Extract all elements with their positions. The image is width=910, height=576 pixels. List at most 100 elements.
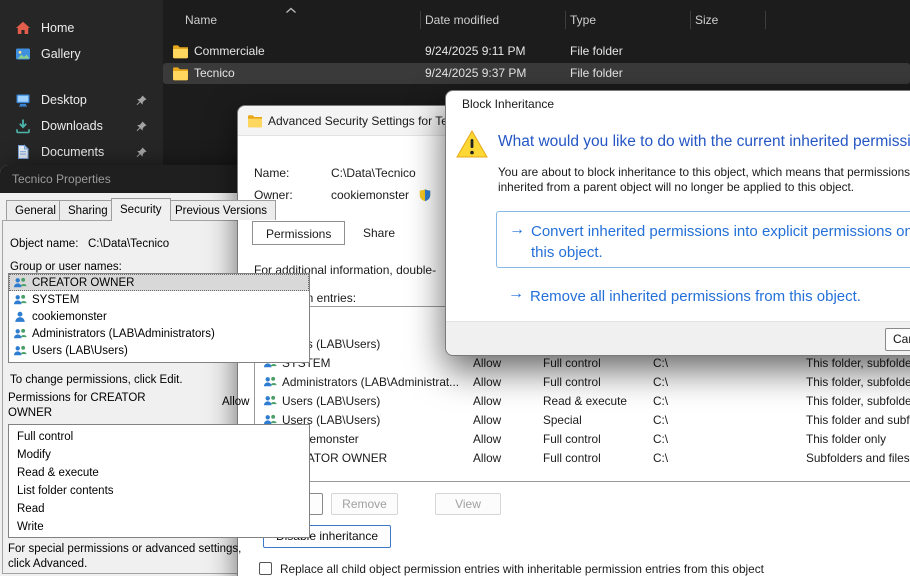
column-divider[interactable] [690,11,691,29]
entry-applies-to: This folder, subfolde... [806,375,910,389]
permission-entry-row[interactable]: Users (LAB\Users) Allow Special C:\ This… [256,411,910,430]
name-label: Name: [254,166,289,180]
column-header-type[interactable]: Type [570,13,596,27]
sidebar-item-label: Desktop [41,93,87,107]
folder-icon [247,113,263,129]
permission-item[interactable]: Read & execute [9,464,309,482]
entry-type: Allow [473,432,501,446]
view-button[interactable]: View [435,493,501,515]
principal-item[interactable]: CREATOR OWNER [9,274,309,291]
owner-value: cookiemonster [331,188,409,202]
tab-permissions[interactable]: Permissions [252,221,345,245]
file-row-commerciale[interactable]: Commerciale 9/24/2025 9:11 PM File folde… [163,41,910,62]
advanced-dialog-title: Advanced Security Settings for Te [268,114,448,128]
edit-hint: To change permissions, click Edit. [10,374,183,386]
principal-item[interactable]: SYSTEM [9,291,309,308]
permission-entry-row[interactable]: Administrators (LAB\Administrat... Allow… [256,373,910,392]
sort-ascending-icon [285,7,297,14]
folder-icon [172,43,189,60]
group-icon [13,344,27,358]
convert-permissions-command-link[interactable]: → Convert inherited permissions into exp… [496,211,910,268]
object-name-label: Object name: [10,238,78,250]
folder-icon [172,65,189,82]
cancel-button[interactable]: Cancel [885,328,910,351]
entry-inherited-from: C:\ [653,451,668,465]
block-dialog-footer: Cancel [446,321,910,355]
file-name: Tecnico [194,66,235,80]
sidebar-item-label: Downloads [41,119,103,133]
entry-type: Allow [473,356,501,370]
desktop-icon [15,92,31,108]
permission-item[interactable]: List folder contents [9,482,309,500]
convert-permissions-label-line1: Convert inherited permissions into expli… [531,221,910,242]
tab-previous-versions[interactable]: Previous Versions [166,200,276,220]
sidebar-item-downloads[interactable]: Downloads [6,114,157,138]
home-icon [15,20,31,36]
group-icon [263,375,277,389]
pin-icon [135,146,148,159]
sidebar-item-desktop[interactable]: Desktop [6,88,157,112]
principal-item[interactable]: cookiemonster [9,308,309,325]
permission-entry-row[interactable]: CREATOR OWNER Allow Full control C:\ Sub… [256,449,910,468]
tab-share[interactable]: Share [350,221,408,245]
principal-item[interactable]: Administrators (LAB\Administrators) [9,325,309,342]
replace-permissions-label: Replace all child object permission entr… [280,562,764,576]
permission-entry-row[interactable]: Users (LAB\Users) Allow Read & execute C… [256,392,910,411]
desktop-screen: Home Gallery Desktop Downloads Documents [0,0,910,576]
arrow-right-icon: → [508,285,524,303]
remove-permissions-command-link[interactable]: → Remove all inherited permissions from … [496,279,910,315]
allow-column-label: Allow [222,396,249,408]
file-type: File folder [570,44,623,58]
principal-item[interactable]: Users (LAB\Users) [9,342,309,359]
permission-entry-row[interactable]: cookiemonster Allow Full control C:\ Thi… [256,430,910,449]
entry-access: Full control [543,356,601,370]
permission-item[interactable]: Read [9,500,309,518]
file-row-tecnico[interactable]: Tecnico 9/24/2025 9:37 PM File folder [163,63,910,84]
column-divider[interactable] [420,11,421,29]
entry-applies-to: Subfolders and files... [806,451,910,465]
entry-access: Full control [543,375,601,389]
column-divider[interactable] [565,11,566,29]
tab-general[interactable]: General [6,200,65,220]
group-user-listbox[interactable]: CREATOR OWNER SYSTEM cookiemonster Admin… [8,273,310,363]
warning-icon [456,129,488,159]
file-date-modified: 9/24/2025 9:11 PM [425,44,526,58]
sidebar-item-gallery[interactable]: Gallery [6,42,157,66]
permission-entry-row[interactable]: SYSTEM Allow Full control C:\ This folde… [256,354,910,373]
entry-applies-to: This folder only [806,432,886,446]
pin-icon [135,120,148,133]
permission-item[interactable]: Full control [9,428,309,446]
group-icon [13,276,27,290]
permissions-listbox[interactable]: Full control Modify Read & execute List … [8,424,310,538]
name-value: C:\Data\Tecnico [331,166,416,180]
sidebar-item-home[interactable]: Home [6,16,157,40]
file-date-modified: 9/24/2025 9:37 PM [425,66,526,80]
permission-item[interactable]: Modify [9,446,309,464]
sidebar-item-label: Documents [41,145,104,159]
tab-sharing[interactable]: Sharing [59,200,117,220]
remove-button[interactable]: Remove [331,493,398,515]
convert-permissions-label-line2: this object. [531,242,910,263]
file-type: File folder [570,66,623,80]
group-icon [13,327,27,341]
entry-inherited-from: C:\ [653,356,668,370]
properties-dialog-title: Tecnico Properties [12,172,111,186]
block-dialog-body-line1: You are about to block inheritance to th… [498,165,910,179]
column-header-size[interactable]: Size [695,13,718,27]
replace-permissions-checkbox[interactable] [259,562,272,575]
group-icon [13,293,27,307]
tab-security[interactable]: Security [111,198,171,221]
permissions-for-label: Permissions for CREATOR OWNER [8,391,168,421]
sidebar-item-documents[interactable]: Documents [6,140,157,164]
entry-inherited-from: C:\ [653,375,668,389]
column-header-name[interactable]: Name [185,13,217,27]
entry-access: Full control [543,451,601,465]
entry-inherited-from: C:\ [653,432,668,446]
column-header-date-modified[interactable]: Date modified [425,13,499,27]
column-divider[interactable] [765,11,766,29]
entry-inherited-from: C:\ [653,413,668,427]
entry-applies-to: This folder and subf... [806,413,910,427]
block-dialog-title: Block Inheritance [462,97,554,111]
permission-item[interactable]: Write [9,518,309,536]
principal-name: Administrators (LAB\Administrators) [32,328,215,340]
